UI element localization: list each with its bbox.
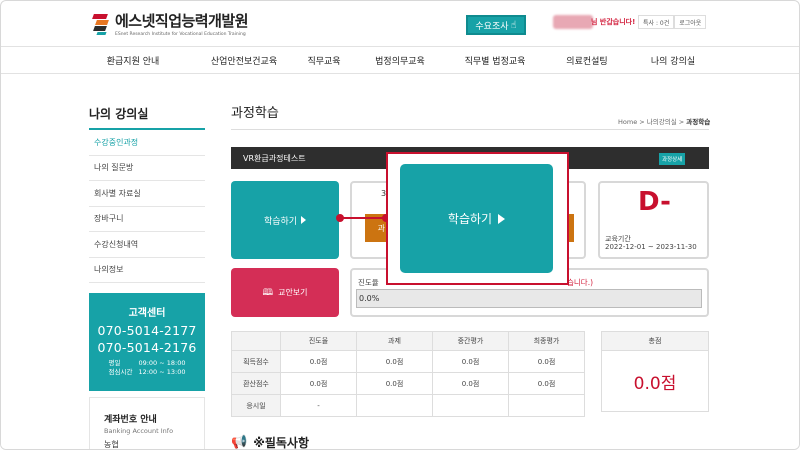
table-row: 환산점수 0.0점 0.0점 0.0점 0.0점 (231, 372, 585, 395)
main-nav: 환급지원 안내 산업안전보건교육 직무교육 법정의무교육 직무별 법정교육 의료… (1, 46, 799, 74)
customer-center-hours: 평일 점심시간 09:00 ~ 18:00 12:00 ~ 13:00 (89, 359, 205, 377)
score-table: 진도율 과제 중간평가 최종평가 획득점수 0.0점 0.0점 0.0점 0.0… (231, 331, 585, 417)
logo-mark-icon (91, 12, 111, 36)
customer-center-title: 고객센터 (128, 308, 166, 319)
hours-label-weekday: 평일 (108, 359, 121, 367)
table-row: 획득점수 0.0점 0.0점 0.0점 0.0점 (231, 350, 585, 373)
zoomed-study-button[interactable]: 학습하기 (400, 164, 553, 273)
site-logo[interactable]: 에스넷직업능력개발원 ESnet Research Institute for … (91, 10, 249, 37)
sidebar-item-cart[interactable]: 장바구니 (89, 207, 205, 232)
education-period-value: 2022-12-01 ~ 2023-11-30 (605, 243, 697, 251)
account-info-box: 계좌번호 안내 Banking Account Info 농협 (89, 397, 205, 449)
textbook-button[interactable]: 🕮 교안보기 (231, 268, 339, 317)
hours-label-lunch: 점심시간 (108, 368, 133, 376)
score-col-assignment: 과제 (356, 331, 433, 351)
notice-section: 📢 ※필독사항 (231, 434, 310, 450)
survey-button[interactable]: 수요조사 ☝ (466, 15, 526, 35)
nav-job-mandatory-education[interactable]: 직무별 법정교육 (465, 54, 526, 67)
score-cell: 0.0점 (432, 350, 509, 373)
megaphone-icon: 📢 (231, 435, 248, 450)
top-links: 특사 : 0건 로그아웃 (638, 15, 707, 29)
nav-safety-education[interactable]: 산업안전보건교육 (211, 54, 277, 67)
nav-mandatory-education[interactable]: 법정의무교육 (375, 54, 425, 67)
score-cell: 0.0점 (280, 372, 357, 395)
score-cell: 0.0점 (280, 350, 357, 373)
total-score-value: 0.0점 (633, 374, 677, 394)
breadcrumb-current: 과정학습 (686, 118, 711, 126)
textbook-button-label: 교안보기 (278, 288, 308, 297)
sidebar-item-enrollment-history[interactable]: 수강신청내역 (89, 232, 205, 258)
progress-bar: 0.0% (356, 289, 702, 308)
score-cell: 0.0점 (356, 350, 433, 373)
logo-title: 에스넷직업능력개발원 (115, 12, 249, 30)
score-cell (356, 394, 433, 417)
score-table-corner (231, 331, 281, 351)
total-score-label: 총점 (602, 332, 708, 351)
highlight-connector-line (340, 217, 386, 219)
score-cell: 0.0점 (432, 372, 509, 395)
row-label-exam-date: 응시일 (231, 394, 281, 417)
connector-dot-left (336, 214, 344, 222)
book-icon: 🕮 (262, 287, 274, 298)
progress-warning: 습니다.) (567, 278, 594, 287)
sidebar-item-my-questions[interactable]: 나의 질문방 (89, 156, 205, 181)
customer-center-phone-1: 070-5014-2177 (97, 323, 197, 338)
hours-value-weekday: 09:00 ~ 18:00 (138, 359, 186, 367)
score-cell (508, 394, 585, 417)
progress-value: 0.0% (359, 294, 380, 303)
dday-value: D- (638, 187, 671, 217)
notice-title: ※필독사항 (253, 436, 310, 450)
breadcrumb: Home > 나의강의실 > 과정학습 (618, 116, 710, 126)
play-arrow-icon (301, 216, 307, 224)
sidebar-menu: 수강중인과정 나의 질문방 회사별 자료실 장바구니 수강신청내역 나의정보 (89, 130, 205, 283)
browser-frame: 에스넷직업능력개발원 ESnet Research Institute for … (0, 0, 800, 450)
zoomed-play-arrow-icon (498, 213, 506, 224)
table-row: 응시일 - (231, 394, 585, 417)
sidebar-title: 나의 강의실 (89, 107, 149, 121)
sidebar-item-my-info[interactable]: 나의정보 (89, 258, 205, 283)
breadcrumb-path[interactable]: Home > 나의강의실 > (618, 118, 686, 126)
customer-center-phone-2: 070-5014-2176 (97, 340, 197, 355)
course-card-orange-text: 과 (377, 223, 385, 233)
score-cell: 0.0점 (508, 350, 585, 373)
nav-job-education[interactable]: 직무교육 (307, 54, 340, 67)
pointer-hand-icon: ☝ (510, 19, 517, 31)
title-divider (231, 129, 709, 130)
zoomed-study-button-label: 학습하기 (447, 212, 493, 226)
progress-label: 진도율 (358, 278, 379, 287)
total-score-box: 총점 0.0점 (601, 331, 709, 412)
score-cell (432, 394, 509, 417)
score-cell: 0.0점 (356, 372, 433, 395)
nav-medical-consulting[interactable]: 의료컨설팅 (566, 54, 607, 67)
course-detail-button[interactable]: 과정상세 (659, 153, 686, 165)
account-bank-name: 농협 (104, 440, 119, 449)
score-cell: - (280, 394, 357, 417)
logo-subtitle: ESnet Research Institute for Vocational … (115, 32, 246, 37)
sidebar-item-current-courses[interactable]: 수강중인과정 (89, 130, 205, 156)
survey-button-label: 수요조사 (475, 21, 509, 32)
row-label-converted: 환산점수 (231, 372, 281, 395)
sidebar-item-company-library[interactable]: 회사별 자료실 (89, 181, 205, 207)
site-header: 에스넷직업능력개발원 ESnet Research Institute for … (1, 1, 799, 46)
nav-my-classroom[interactable]: 나의 강의실 (651, 54, 695, 67)
score-cell: 0.0점 (508, 372, 585, 395)
score-col-midterm: 중간평가 (432, 331, 509, 351)
course-name: VR환급과정테스트 (243, 153, 306, 163)
message-link[interactable]: 특사 : 0건 (638, 15, 675, 29)
study-button-label: 학습하기 (263, 216, 298, 227)
score-col-final: 최종평가 (508, 331, 585, 351)
logout-link[interactable]: 로그아웃 (674, 15, 707, 29)
customer-center-box: 고객센터 070-5014-2177 070-5014-2176 평일 점심시간… (89, 293, 205, 391)
account-info-subtitle: Banking Account Info (104, 427, 174, 435)
user-name-redacted (553, 15, 593, 29)
hours-value-lunch: 12:00 ~ 13:00 (138, 368, 186, 376)
account-info-title: 계좌번호 안내 (104, 415, 157, 425)
welcome-text: 님 반갑습니다! (591, 18, 636, 26)
nav-refund-info[interactable]: 환급지원 안내 (107, 54, 160, 67)
page-title: 과정학습 (231, 106, 279, 121)
score-col-progress: 진도율 (280, 331, 357, 351)
row-label-earned: 획득점수 (231, 350, 281, 373)
study-button[interactable]: 학습하기 (231, 181, 339, 259)
